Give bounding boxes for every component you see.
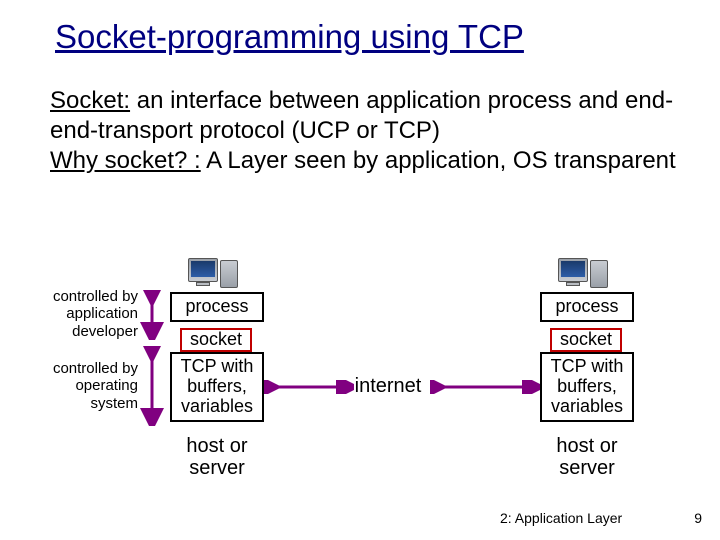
arrow-internet-right: [430, 380, 540, 394]
diagram: controlled by application developer cont…: [40, 260, 680, 520]
footer-page-number: 9: [694, 510, 702, 526]
box-tcp-right: TCP with buffers, variables: [540, 352, 634, 422]
para2-text: A Layer seen by application, OS transpar…: [201, 147, 676, 174]
para1: Socket: an interface between application…: [50, 86, 680, 146]
para2: Why socket? : A Layer seen by applicatio…: [50, 146, 680, 176]
box-process-right: process: [540, 292, 634, 322]
para1-label: Socket:: [50, 87, 130, 114]
label-app-developer: controlled by application developer: [40, 288, 138, 340]
box-process-left: process: [170, 292, 264, 322]
para2-label: Why socket? :: [50, 147, 201, 174]
slide-title: Socket-programming using TCP: [0, 0, 720, 56]
box-socket-left: socket: [180, 328, 252, 352]
caption-left: host orserver: [174, 435, 260, 479]
box-tcp-left: TCP with buffers, variables: [170, 352, 264, 422]
body-text: Socket: an interface between application…: [0, 56, 720, 176]
arrow-app-dev: [140, 290, 164, 340]
arrow-os: [140, 346, 164, 426]
internet-label: internet: [338, 375, 438, 398]
computer-icon-left: [188, 258, 244, 294]
footer-chapter: 2: Application Layer: [500, 510, 622, 526]
box-socket-right: socket: [550, 328, 622, 352]
label-operating-system: controlled by operating system: [40, 360, 138, 412]
caption-right: host orserver: [544, 435, 630, 479]
para1-text: an interface between application process…: [50, 87, 673, 144]
computer-icon-right: [558, 258, 614, 294]
